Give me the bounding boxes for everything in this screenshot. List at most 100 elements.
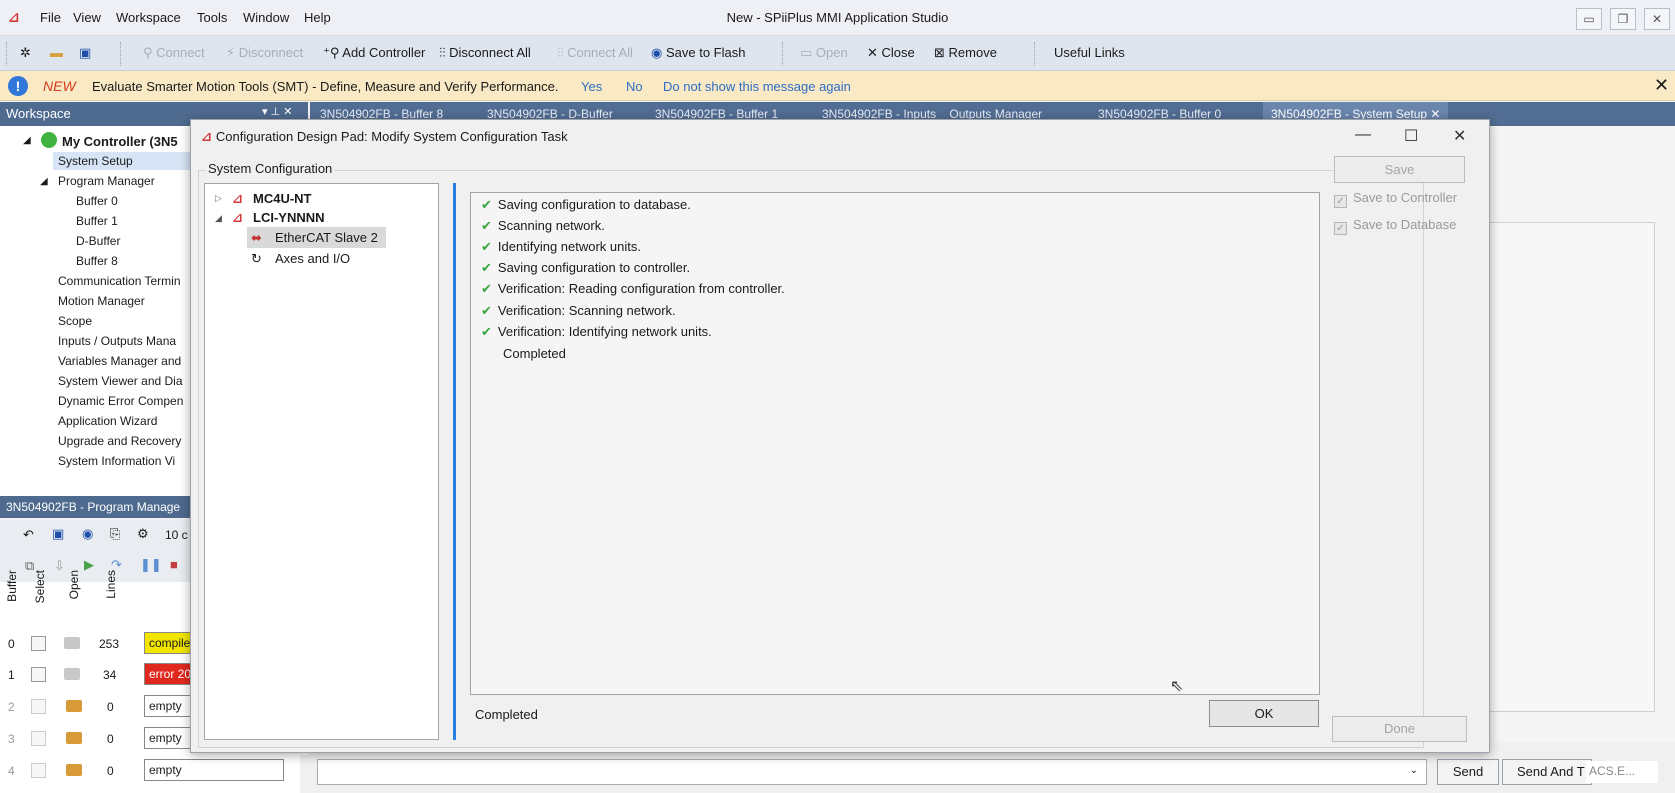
row-buffer-number: 0 [8, 637, 15, 651]
folder-icon[interactable] [66, 732, 82, 744]
row-select-checkbox[interactable] [31, 636, 46, 651]
dialog-minimize-icon[interactable]: — [1355, 126, 1371, 144]
tree-io-manager[interactable]: Inputs / Outputs Mana [58, 334, 176, 348]
new-program-icon[interactable]: ↶ [23, 527, 34, 543]
main-toolbar: ✲ ▬ ▣ ⚲ Connect ⚡ Disconnect ⁺⚲ Add Cont… [0, 36, 1675, 71]
tree-communication-terminal[interactable]: Communication Termin [58, 274, 181, 288]
useful-links-button[interactable]: Useful Links [1054, 45, 1125, 60]
collapse-arrow-icon[interactable]: ◢ [40, 176, 48, 187]
panel-splitter[interactable] [453, 183, 456, 740]
download-icon[interactable]: ⇩ [54, 558, 65, 574]
save-to-database-checkbox[interactable]: ✓ Save to Database [1334, 217, 1456, 235]
minimize-button[interactable]: ▭ [1576, 8, 1602, 30]
tree-upgrade-recovery[interactable]: Upgrade and Recovery [58, 434, 181, 448]
settings-icon[interactable]: ⚙ [137, 526, 149, 542]
pause-icon[interactable]: ❚❚ [140, 557, 162, 573]
collapse-arrow-icon[interactable]: ◢ [23, 135, 31, 146]
tree-application-wizard[interactable]: Application Wizard [58, 414, 157, 428]
save-button[interactable]: Save [1334, 156, 1465, 183]
tree-buffer-8[interactable]: Buffer 8 [76, 254, 118, 268]
tree-system-setup[interactable]: System Setup [58, 154, 133, 168]
mouse-pointer-icon: ⇖ [1170, 678, 1184, 695]
connect-all-button[interactable]: ⫶⫶ Connect All [557, 45, 633, 61]
stop-icon[interactable]: ■ [170, 557, 178, 572]
connect-button[interactable]: ⚲ Connect [143, 45, 205, 61]
row-select-checkbox[interactable] [31, 763, 46, 778]
tree-variables-manager[interactable]: Variables Manager and [58, 354, 181, 368]
dialog-maximize-icon[interactable]: ☐ [1404, 126, 1418, 146]
row-select-checkbox[interactable] [31, 667, 46, 682]
send-and-button[interactable]: Send And T [1502, 759, 1592, 785]
tree-controller[interactable]: My Controller (3N5 [62, 134, 178, 149]
buffer-count: 10 c [165, 528, 188, 542]
column-header-select: Select [33, 570, 47, 604]
copy-icon[interactable]: ⎘ [110, 526, 120, 542]
dialog-close-icon[interactable]: ✕ [1453, 126, 1466, 146]
save-program-icon[interactable]: ▣ [52, 526, 64, 542]
add-controller-button[interactable]: ⁺⚲ Add Controller [323, 45, 425, 61]
expand-arrow-icon[interactable]: ▷ [215, 193, 222, 204]
disconnect-button[interactable]: ⚡ Disconnect [226, 45, 303, 61]
tree-ethercat-slave-2[interactable]: EtherCAT Slave 2 [275, 230, 378, 245]
row-lines: 0 [107, 764, 114, 778]
open-folder-icon[interactable]: ▬ [50, 45, 63, 60]
pin-icon[interactable]: ▾ ⊥ ✕ [262, 105, 292, 118]
save-icon[interactable]: ▣ [79, 45, 91, 61]
folder-icon[interactable] [66, 764, 82, 776]
title-bar: ⊿ File View Workspace Tools Window Help … [0, 0, 1675, 36]
restore-button[interactable]: ❐ [1610, 8, 1636, 30]
tree-lci-ynnnn[interactable]: LCI-YNNNN [253, 210, 325, 225]
command-input[interactable]: ⌄ [317, 759, 1427, 785]
row-select-checkbox[interactable] [31, 699, 46, 714]
collapse-arrow-icon[interactable]: ◢ [215, 213, 222, 224]
connected-status-icon [41, 132, 57, 148]
chevron-down-icon[interactable]: ⌄ [1410, 765, 1418, 776]
disconnect-all-button[interactable]: ⫶⫶ Disconnect All [439, 45, 531, 61]
folder-icon[interactable] [64, 637, 80, 649]
done-button[interactable]: Done [1332, 716, 1467, 742]
send-button[interactable]: Send [1437, 759, 1499, 785]
configuration-tree: ▷ ⊿ MC4U-NT ◢ ⊿ LCI-YNNNN ⬌ EtherCAT Sla… [204, 183, 439, 740]
tree-program-manager[interactable]: Program Manager [58, 174, 155, 188]
workspace-title: Workspace [6, 106, 71, 121]
status-text: Completed [475, 707, 538, 722]
row-state: empty [144, 759, 284, 781]
open-button[interactable]: ▭ Open [800, 45, 848, 61]
dont-show-link[interactable]: Do not show this message again [663, 79, 851, 94]
toolbar-separator [120, 42, 122, 66]
save-to-controller-checkbox[interactable]: ✓ Save to Controller [1334, 190, 1457, 208]
tree-system-information[interactable]: System Information Vi [58, 454, 175, 468]
close-button[interactable]: ✕ Close [867, 45, 915, 61]
save-to-flash-button[interactable]: ◉ Save to Flash [651, 45, 745, 61]
acs-watermark: ACS.E... [1586, 761, 1658, 783]
folder-icon[interactable] [66, 700, 82, 712]
tree-dynamic-error-compensation[interactable]: Dynamic Error Compen [58, 394, 183, 408]
tree-d-buffer[interactable]: D-Buffer [76, 234, 120, 248]
controller-icon: ⊿ [232, 191, 243, 206]
log-line: ✔ Saving configuration to database. [481, 197, 691, 212]
log-line-completed: Completed [503, 346, 566, 361]
tree-system-viewer[interactable]: System Viewer and Dia [58, 374, 183, 388]
tree-scope[interactable]: Scope [58, 314, 92, 328]
progress-log: ✔ Saving configuration to database. ✔ Scan… [470, 192, 1320, 695]
row-buffer-number: 4 [8, 764, 15, 778]
row-select-checkbox[interactable] [31, 731, 46, 746]
folder-icon[interactable] [64, 668, 80, 680]
tree-buffer-0[interactable]: Buffer 0 [76, 194, 118, 208]
row-lines: 253 [99, 637, 120, 651]
tree-buffer-1[interactable]: Buffer 1 [76, 214, 118, 228]
tree-mc4u-nt[interactable]: MC4U-NT [253, 191, 312, 206]
row-lines: 0 [107, 732, 114, 746]
info-yes-link[interactable]: Yes [581, 79, 602, 94]
remove-button[interactable]: ⊠ Remove [934, 45, 997, 61]
info-no-link[interactable]: No [626, 79, 643, 94]
run-icon[interactable]: ▶ [84, 557, 94, 573]
checkbox-checked-icon: ✓ [1334, 195, 1347, 208]
tree-axes-io[interactable]: Axes and I/O [275, 251, 350, 266]
info-close-icon[interactable]: ✕ [1654, 75, 1669, 96]
close-window-button[interactable]: ✕ [1644, 8, 1670, 30]
new-workspace-icon[interactable]: ✲ [20, 45, 31, 61]
tree-motion-manager[interactable]: Motion Manager [58, 294, 145, 308]
ok-button[interactable]: OK [1209, 700, 1319, 727]
save-flash-program-icon[interactable]: ◉ [82, 526, 93, 542]
